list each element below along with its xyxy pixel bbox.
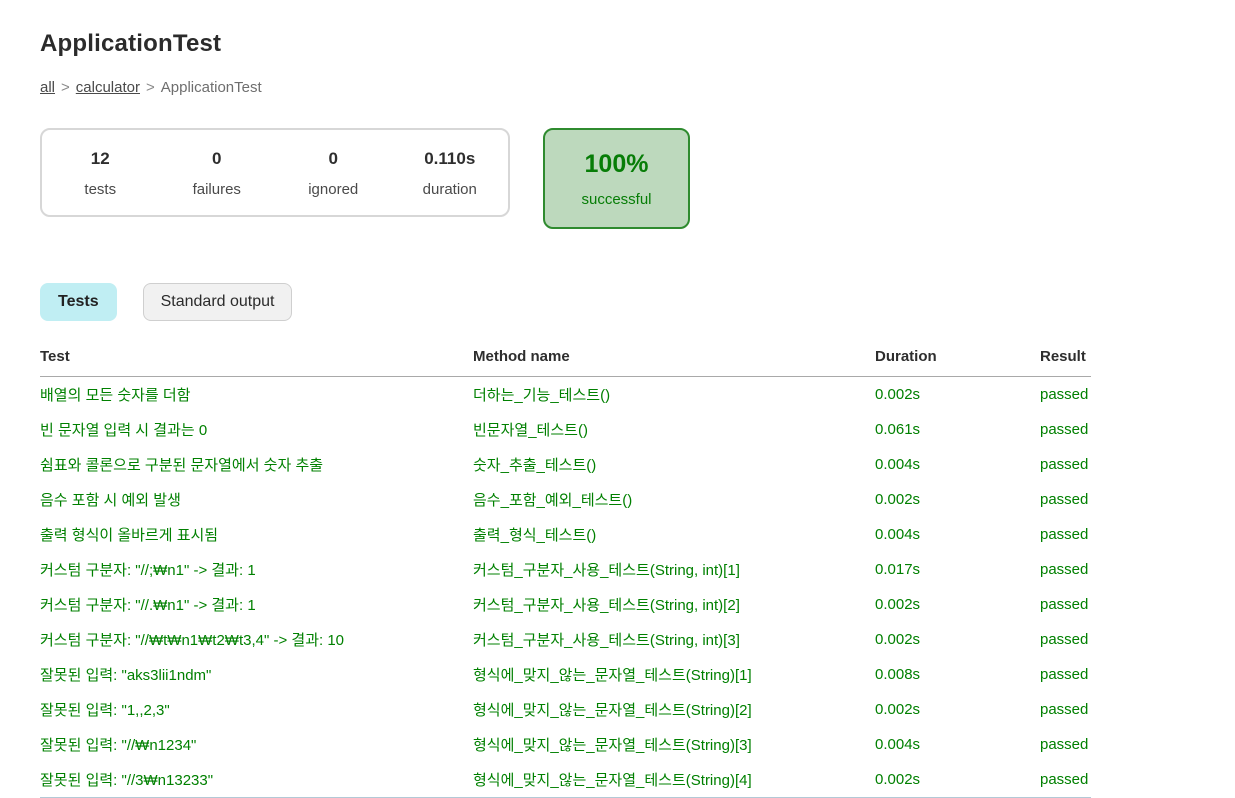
duration-cell: 0.002s	[875, 701, 921, 718]
breadcrumb-current: ApplicationTest	[160, 79, 262, 96]
test-name-cell: 빈 문자열 입력 시 결과는 0	[40, 422, 208, 439]
breadcrumb: all > calculator > ApplicationTest	[40, 79, 1195, 96]
duration-cell: 0.002s	[875, 762, 1040, 798]
tab-tests[interactable]: Tests	[40, 283, 117, 321]
breadcrumb-separator: >	[145, 79, 155, 96]
result-cell: passed	[1040, 526, 1089, 543]
test-name-cell: 배열의 모든 숫자를 더함	[40, 387, 191, 404]
page-title: ApplicationTest	[40, 30, 222, 57]
breadcrumb-link-calculator[interactable]: calculator	[76, 79, 140, 96]
result-cell: passed	[1040, 762, 1091, 798]
breadcrumb-link-all[interactable]: all	[40, 79, 55, 96]
failures-count: 0	[212, 149, 222, 168]
method-name-cell: 빈문자열_테스트()	[473, 422, 588, 439]
tests-count: 12	[90, 149, 110, 168]
test-name-cell: 잘못된 입력: "//₩n1234"	[40, 737, 197, 754]
tab-bar: Tests Standard output	[40, 283, 1195, 321]
summary-failures: 0 failures	[159, 149, 276, 198]
table-header-row: Test Method name Duration Result	[40, 348, 1091, 377]
tests-label: tests	[84, 181, 117, 198]
table-row: 출력 형식이 올바르게 표시됨 출력_형식_테스트() 0.004s passe…	[40, 517, 1091, 552]
test-name-cell: 쉼표와 콜론으로 구분된 문자열에서 숫자 추출	[40, 457, 324, 474]
duration-cell: 0.002s	[875, 631, 921, 648]
test-name-cell: 커스텀 구분자: "//.₩n1" -> 결과: 1	[40, 597, 256, 614]
column-header-test: Test	[40, 348, 473, 377]
breadcrumb-separator: >	[61, 79, 70, 96]
table-row: 잘못된 입력: "//3₩n13233" 형식에_맞지_않는_문자열_테스트(S…	[40, 762, 1091, 798]
test-name-cell: 잘못된 입력: "//3₩n13233"	[40, 762, 473, 798]
table-row: 커스텀 구분자: "//₩t₩n1₩t2₩t3,4" -> 결과: 10 커스텀…	[40, 622, 1091, 657]
duration-cell: 0.002s	[875, 386, 921, 403]
column-header-result: Result	[1040, 348, 1091, 377]
result-cell: passed	[1040, 456, 1089, 473]
table-row: 빈 문자열 입력 시 결과는 0 빈문자열_테스트() 0.061s passe…	[40, 412, 1091, 447]
result-cell: passed	[1040, 701, 1089, 718]
table-row: 잘못된 입력: "1,,2,3" 형식에_맞지_않는_문자열_테스트(Strin…	[40, 692, 1091, 727]
duration-cell: 0.004s	[875, 526, 921, 543]
test-name-cell: 커스텀 구분자: "//;₩n1" -> 결과: 1	[40, 562, 256, 579]
summary-duration: 0.110s duration	[392, 149, 509, 198]
test-report-page: ApplicationTest all > calculator > Applicati…	[0, 0, 1235, 798]
column-header-duration: Duration	[875, 348, 1040, 377]
success-rate-badge: 100% successful	[543, 128, 690, 229]
duration-cell: 0.002s	[875, 596, 921, 613]
summary-counters-box: 12 tests 0 failures 0 ignored 0.110s dur…	[40, 128, 510, 217]
result-cell: passed	[1040, 386, 1089, 403]
duration-label: duration	[422, 181, 477, 198]
test-name-cell: 출력 형식이 올바르게 표시됨	[40, 527, 219, 544]
duration-cell: 0.004s	[875, 456, 921, 473]
success-percent: 100%	[584, 149, 649, 178]
table-row: 쉼표와 콜론으로 구분된 문자열에서 숫자 추출 숫자_추출_테스트() 0.0…	[40, 447, 1091, 482]
test-name-cell: 잘못된 입력: "aks3lii1ndm"	[40, 667, 212, 684]
column-header-method-name: Method name	[473, 348, 875, 377]
duration-cell: 0.008s	[875, 666, 921, 683]
summary-ignored: 0 ignored	[275, 149, 392, 198]
method-name-cell: 음수_포함_예외_테스트()	[473, 492, 633, 509]
duration-cell: 0.061s	[875, 421, 921, 438]
result-cell: passed	[1040, 561, 1089, 578]
result-cell: passed	[1040, 596, 1089, 613]
method-name-cell: 더하는_기능_테스트()	[473, 387, 611, 404]
table-row: 잘못된 입력: "//₩n1234" 형식에_맞지_않는_문자열_테스트(Str…	[40, 727, 1091, 762]
result-cell: passed	[1040, 421, 1089, 438]
method-name-cell: 형식에_맞지_않는_문자열_테스트(String)[1]	[473, 667, 752, 684]
method-name-cell: 커스텀_구분자_사용_테스트(String, int)[1]	[473, 562, 740, 579]
test-name-cell: 음수 포함 시 예외 발생	[40, 492, 181, 509]
tab-standard-output[interactable]: Standard output	[142, 283, 293, 321]
result-cell: passed	[1040, 736, 1089, 753]
test-name-cell: 잘못된 입력: "1,,2,3"	[40, 702, 170, 719]
table-row: 잘못된 입력: "aks3lii1ndm" 형식에_맞지_않는_문자열_테스트(…	[40, 657, 1091, 692]
test-results-table: Test Method name Duration Result 배열의 모든 …	[40, 348, 1091, 798]
table-row: 배열의 모든 숫자를 더함 더하는_기능_테스트() 0.002s passed	[40, 377, 1091, 413]
failures-label: failures	[192, 181, 241, 198]
summary-tests: 12 tests	[42, 149, 159, 198]
duration-cell: 0.002s	[875, 491, 921, 508]
duration-value: 0.110s	[424, 149, 476, 168]
ignored-count: 0	[328, 149, 338, 168]
test-name-cell: 커스텀 구분자: "//₩t₩n1₩t2₩t3,4" -> 결과: 10	[40, 632, 345, 649]
table-row: 커스텀 구분자: "//;₩n1" -> 결과: 1 커스텀_구분자_사용_테스…	[40, 552, 1091, 587]
method-name-cell: 커스텀_구분자_사용_테스트(String, int)[2]	[473, 597, 740, 614]
duration-cell: 0.017s	[875, 561, 921, 578]
table-row: 커스텀 구분자: "//.₩n1" -> 결과: 1 커스텀_구분자_사용_테스…	[40, 587, 1091, 622]
method-name-cell: 숫자_추출_테스트()	[473, 457, 597, 474]
method-name-cell: 형식에_맞지_않는_문자열_테스트(String)[3]	[473, 737, 752, 754]
method-name-cell: 형식에_맞지_않는_문자열_테스트(String)[4]	[473, 762, 875, 798]
summary-section: 12 tests 0 failures 0 ignored 0.110s dur…	[40, 128, 1195, 229]
ignored-label: ignored	[308, 181, 359, 198]
result-cell: passed	[1040, 491, 1089, 508]
success-label: successful	[581, 190, 652, 208]
method-name-cell: 형식에_맞지_않는_문자열_테스트(String)[2]	[473, 702, 752, 719]
method-name-cell: 출력_형식_테스트()	[473, 527, 597, 544]
duration-cell: 0.004s	[875, 736, 921, 753]
method-name-cell: 커스텀_구분자_사용_테스트(String, int)[3]	[473, 632, 740, 649]
result-cell: passed	[1040, 666, 1089, 683]
result-cell: passed	[1040, 631, 1089, 648]
table-row: 음수 포함 시 예외 발생 음수_포함_예외_테스트() 0.002s pass…	[40, 482, 1091, 517]
